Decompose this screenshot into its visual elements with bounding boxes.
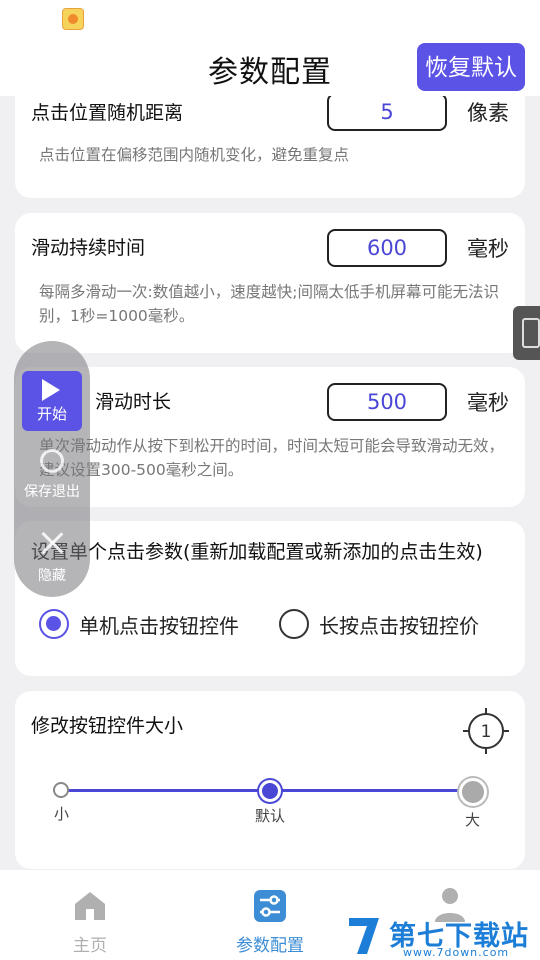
click-offset-desc: 点击位置在偏移范围内随机变化，避免重复点 (39, 146, 350, 164)
start-label: 开始 (36, 405, 67, 423)
card-single-click: 设置单个点击参数(重新加载配置或新添加的点击生效) 单机点击按钮控件 长按点击按… (15, 521, 525, 676)
swipe-duration-input[interactable]: 500 (327, 383, 447, 421)
size-tick-small: 小 (54, 805, 70, 823)
size-slider-small-stop[interactable] (53, 782, 69, 798)
card-click-offset: 点击位置随机距离 5 像素 点击位置在偏移范围内随机变化，避免重复点 (15, 96, 525, 198)
watermark-logo-icon (349, 918, 379, 954)
swipe-duration-desc: 单次滑动动作从按下到松开的时间，时间太短可能会导致滑动无效，建议设置300-50… (39, 437, 505, 479)
restore-default-button[interactable]: 恢复默认 (417, 43, 525, 91)
nav-params-label: 参数配置 (236, 936, 304, 956)
size-slider-thumb[interactable] (259, 780, 281, 802)
nav-home[interactable]: 主页 (0, 870, 180, 960)
card-button-size: 修改按钮控件大小 1 小 默认 大 (15, 691, 525, 869)
radio-single-click[interactable]: 单机点击按钮控件 (39, 609, 239, 639)
nav-home-label: 主页 (73, 936, 107, 956)
button-size-label: 修改按钮控件大小 (31, 715, 184, 737)
crosshair-target-icon[interactable]: 1 (461, 706, 511, 756)
size-slider-large-stop[interactable] (459, 778, 487, 806)
click-offset-label: 点击位置随机距离 (31, 102, 184, 124)
radio-long-press[interactable]: 长按点击按钮控价 (279, 609, 479, 639)
card-swipe-duration: 滑动时长 500 毫秒 单次滑动动作从按下到松开的时间，时间太短可能会导致滑动无… (15, 367, 525, 507)
swipe-duration-label: 滑动时长 (95, 391, 172, 413)
side-drawer-handle[interactable] (513, 306, 540, 360)
watermark: 第七下载站 www.7down.com (345, 912, 540, 960)
notification-sun-icon (62, 8, 84, 30)
swipe-interval-desc: 每隔多滑动一次:数值越小，速度越快;间隔太低手机屏幕可能无法识别，1秒=1000… (39, 283, 499, 325)
start-button[interactable]: 开始 (22, 371, 82, 431)
status-bar (0, 0, 540, 38)
radio-unchecked-icon (279, 609, 309, 639)
close-icon[interactable] (40, 531, 64, 555)
hide-button[interactable]: 隐藏 (14, 565, 90, 585)
crosshair-number: 1 (481, 722, 492, 742)
save-exit-button[interactable]: 保存退出 (14, 481, 90, 501)
floating-control-panel[interactable]: 开始 保存退出 隐藏 (14, 341, 90, 597)
radio-long-press-label: 长按点击按钮控价 (319, 613, 479, 638)
play-icon (42, 379, 60, 401)
sliders-icon (254, 890, 286, 922)
home-icon (75, 892, 105, 920)
power-icon[interactable] (40, 449, 64, 473)
size-tick-large: 大 (465, 811, 481, 829)
click-offset-input[interactable]: 5 (327, 96, 447, 131)
swipe-interval-input[interactable]: 600 (327, 229, 447, 267)
nav-params[interactable]: 参数配置 (180, 870, 360, 960)
swipe-interval-unit: 毫秒 (467, 237, 509, 261)
swipe-duration-unit: 毫秒 (467, 391, 509, 415)
card-swipe-interval: 滑动持续时间 600 毫秒 每隔多滑动一次:数值越小，速度越快;间隔太低手机屏幕… (15, 213, 525, 353)
radio-single-click-label: 单机点击按钮控件 (79, 613, 239, 638)
size-tick-default: 默认 (255, 807, 286, 825)
app-header: 参数配置 恢复默认 (0, 38, 540, 96)
radio-checked-icon (39, 609, 69, 639)
swipe-interval-label: 滑动持续时间 (31, 237, 146, 259)
click-offset-unit: 像素 (467, 101, 509, 125)
single-click-label: 设置单个点击参数(重新加载配置或新添加的点击生效) (31, 541, 483, 563)
watermark-url: www.7down.com (403, 946, 510, 959)
